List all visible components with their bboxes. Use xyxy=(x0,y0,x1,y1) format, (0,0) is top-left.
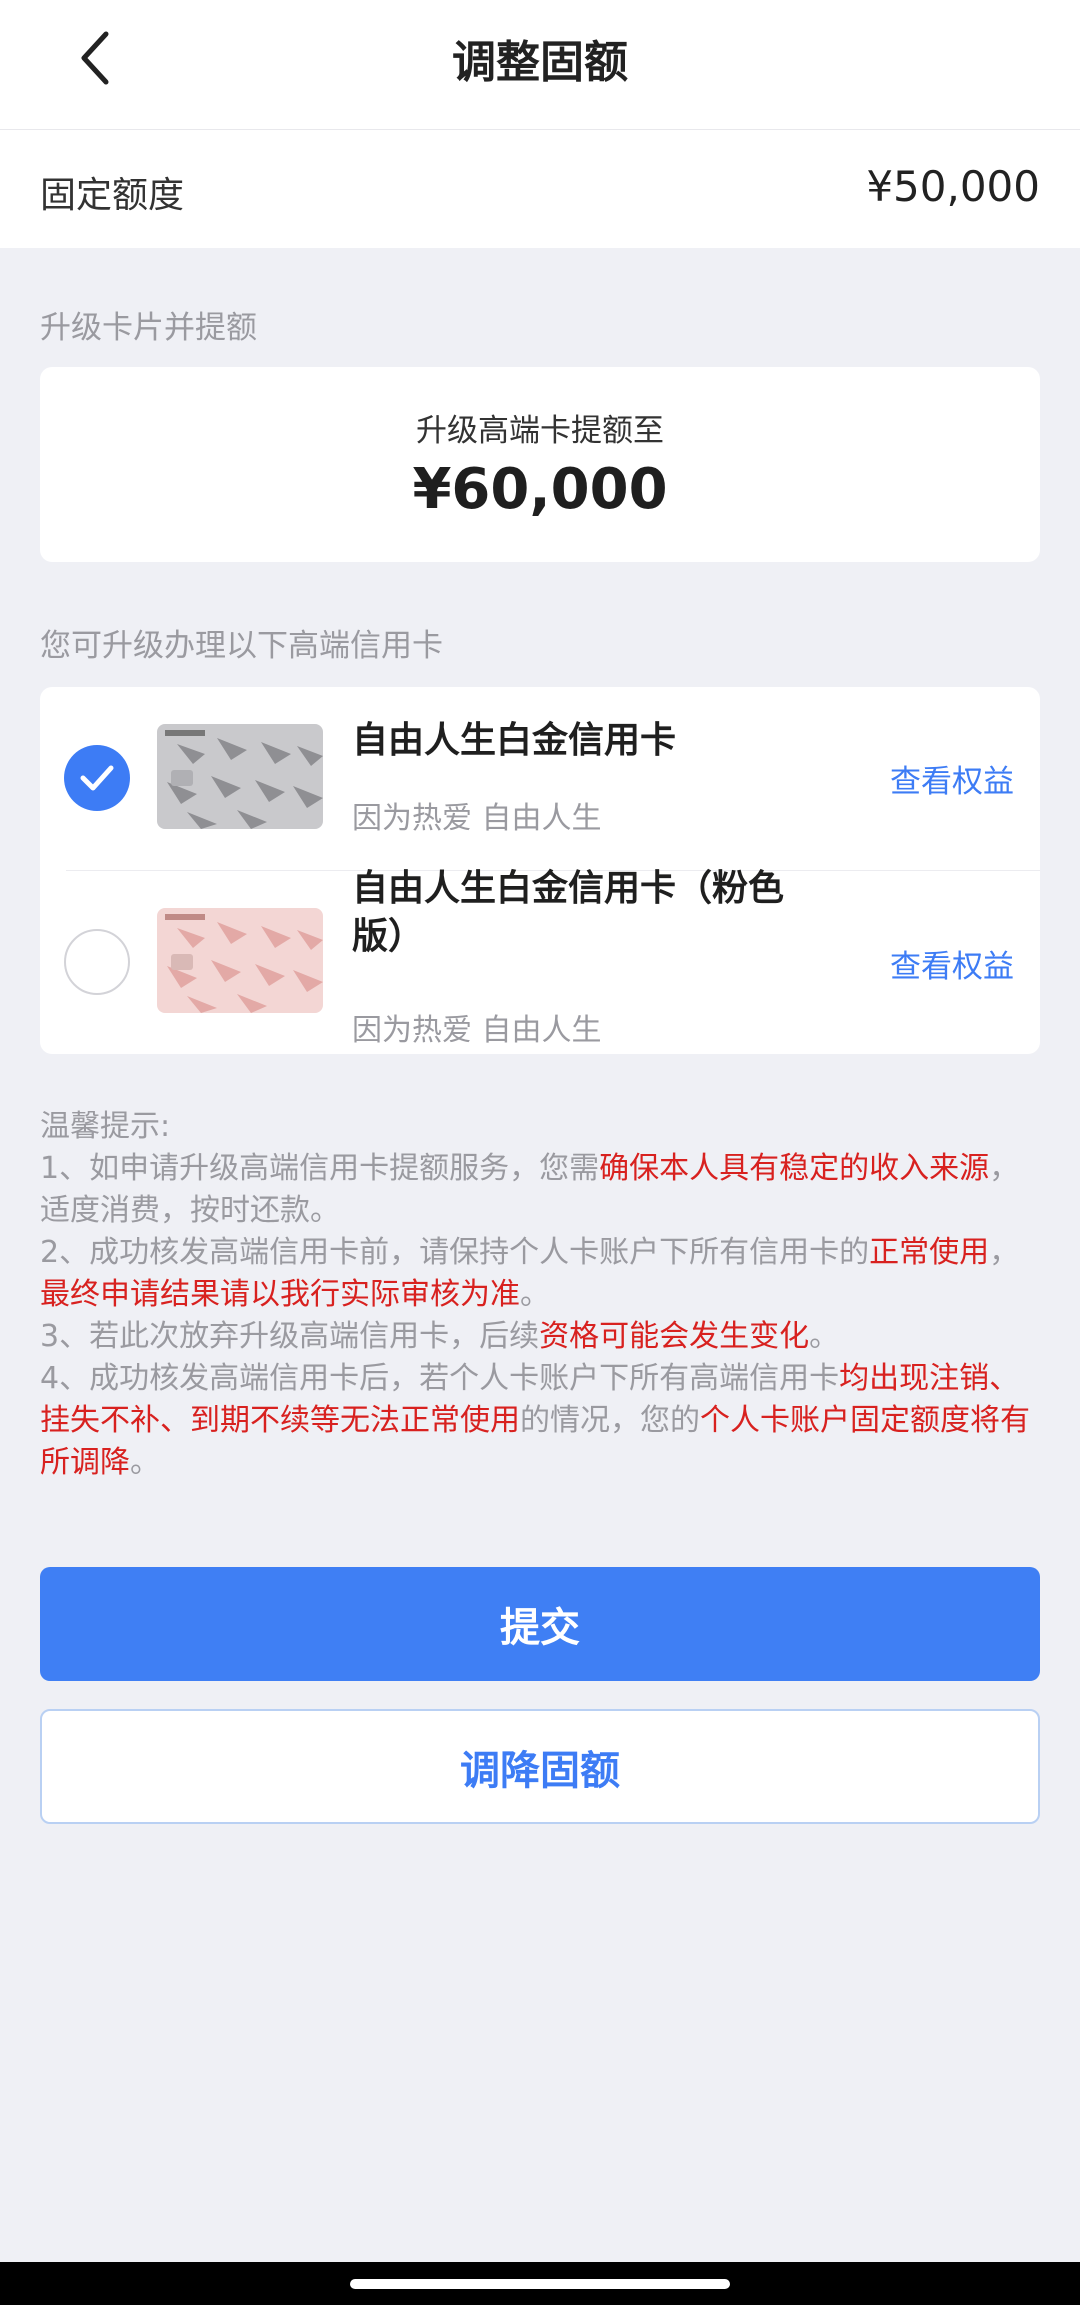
upgrade-section-label: 升级卡片并提额 xyxy=(40,310,257,346)
tip-1: 1、如申请升级高端信用卡提额服务，您需确保本人具有稳定的收入来源，适度消费，按时… xyxy=(40,1151,1020,1228)
card-slogan: 因为热爱 自由人生 xyxy=(352,801,602,836)
upgrade-amount: ¥60,000 xyxy=(412,457,668,522)
upgrade-limit-box: 升级高端卡提额至 ¥60,000 xyxy=(40,367,1040,562)
radio-unchecked-icon[interactable] xyxy=(64,929,130,995)
card-image-platinum-pink xyxy=(157,908,323,1013)
card-list: 自由人生白金信用卡 因为热爱 自由人生 查看权益 自由人生白金信用卡（粉色版） … xyxy=(40,687,1040,1054)
fixed-limit-row: 固定额度 ¥50,000 xyxy=(0,130,1080,248)
lower-limit-button[interactable]: 调降固额 xyxy=(40,1709,1040,1824)
card-option[interactable]: 自由人生白金信用卡（粉色版） 因为热爱 自由人生 查看权益 xyxy=(40,868,1040,1054)
upgrade-subtitle: 升级高端卡提额至 xyxy=(416,413,664,449)
tip-3: 3、若此次放弃升级高端信用卡，后续资格可能会发生变化。 xyxy=(40,1319,840,1354)
home-indicator[interactable] xyxy=(350,2279,730,2289)
fixed-limit-value: ¥50,000 xyxy=(866,162,1040,211)
fixed-limit-label: 固定额度 xyxy=(40,175,185,216)
tips-title: 温馨提示: xyxy=(40,1109,171,1144)
radio-checked-icon[interactable] xyxy=(64,745,130,811)
card-image-platinum xyxy=(157,724,323,829)
tip-4: 4、成功核发高端信用卡后，若个人卡账户下所有高端信用卡均出现注销、挂失不补、到期… xyxy=(40,1361,1030,1480)
nav-bar: 调整固额 xyxy=(0,0,1080,130)
card-option[interactable]: 自由人生白金信用卡 因为热爱 自由人生 查看权益 xyxy=(40,687,1040,871)
tip-2: 2、成功核发高端信用卡前，请保持个人卡账户下所有信用卡的正常使用，最终申请结果请… xyxy=(40,1235,1020,1312)
card-slogan: 因为热爱 自由人生 xyxy=(352,1013,602,1048)
page: 调整固额 固定额度 ¥50,000 升级卡片并提额 升级高端卡提额至 ¥60,0… xyxy=(0,0,1080,2305)
page-title: 调整固额 xyxy=(452,37,628,88)
card-name: 自由人生白金信用卡（粉色版） xyxy=(352,868,785,957)
view-benefits-link[interactable]: 查看权益 xyxy=(890,756,1014,801)
view-benefits-link[interactable]: 查看权益 xyxy=(890,941,1014,986)
tips-text: 温馨提示: 1、如申请升级高端信用卡提额服务，您需确保本人具有稳定的收入来源，适… xyxy=(40,1106,1040,1484)
cards-section-label: 您可升级办理以下高端信用卡 xyxy=(40,628,443,664)
submit-button[interactable]: 提交 xyxy=(40,1567,1040,1681)
card-name: 自由人生白金信用卡 xyxy=(352,720,677,761)
